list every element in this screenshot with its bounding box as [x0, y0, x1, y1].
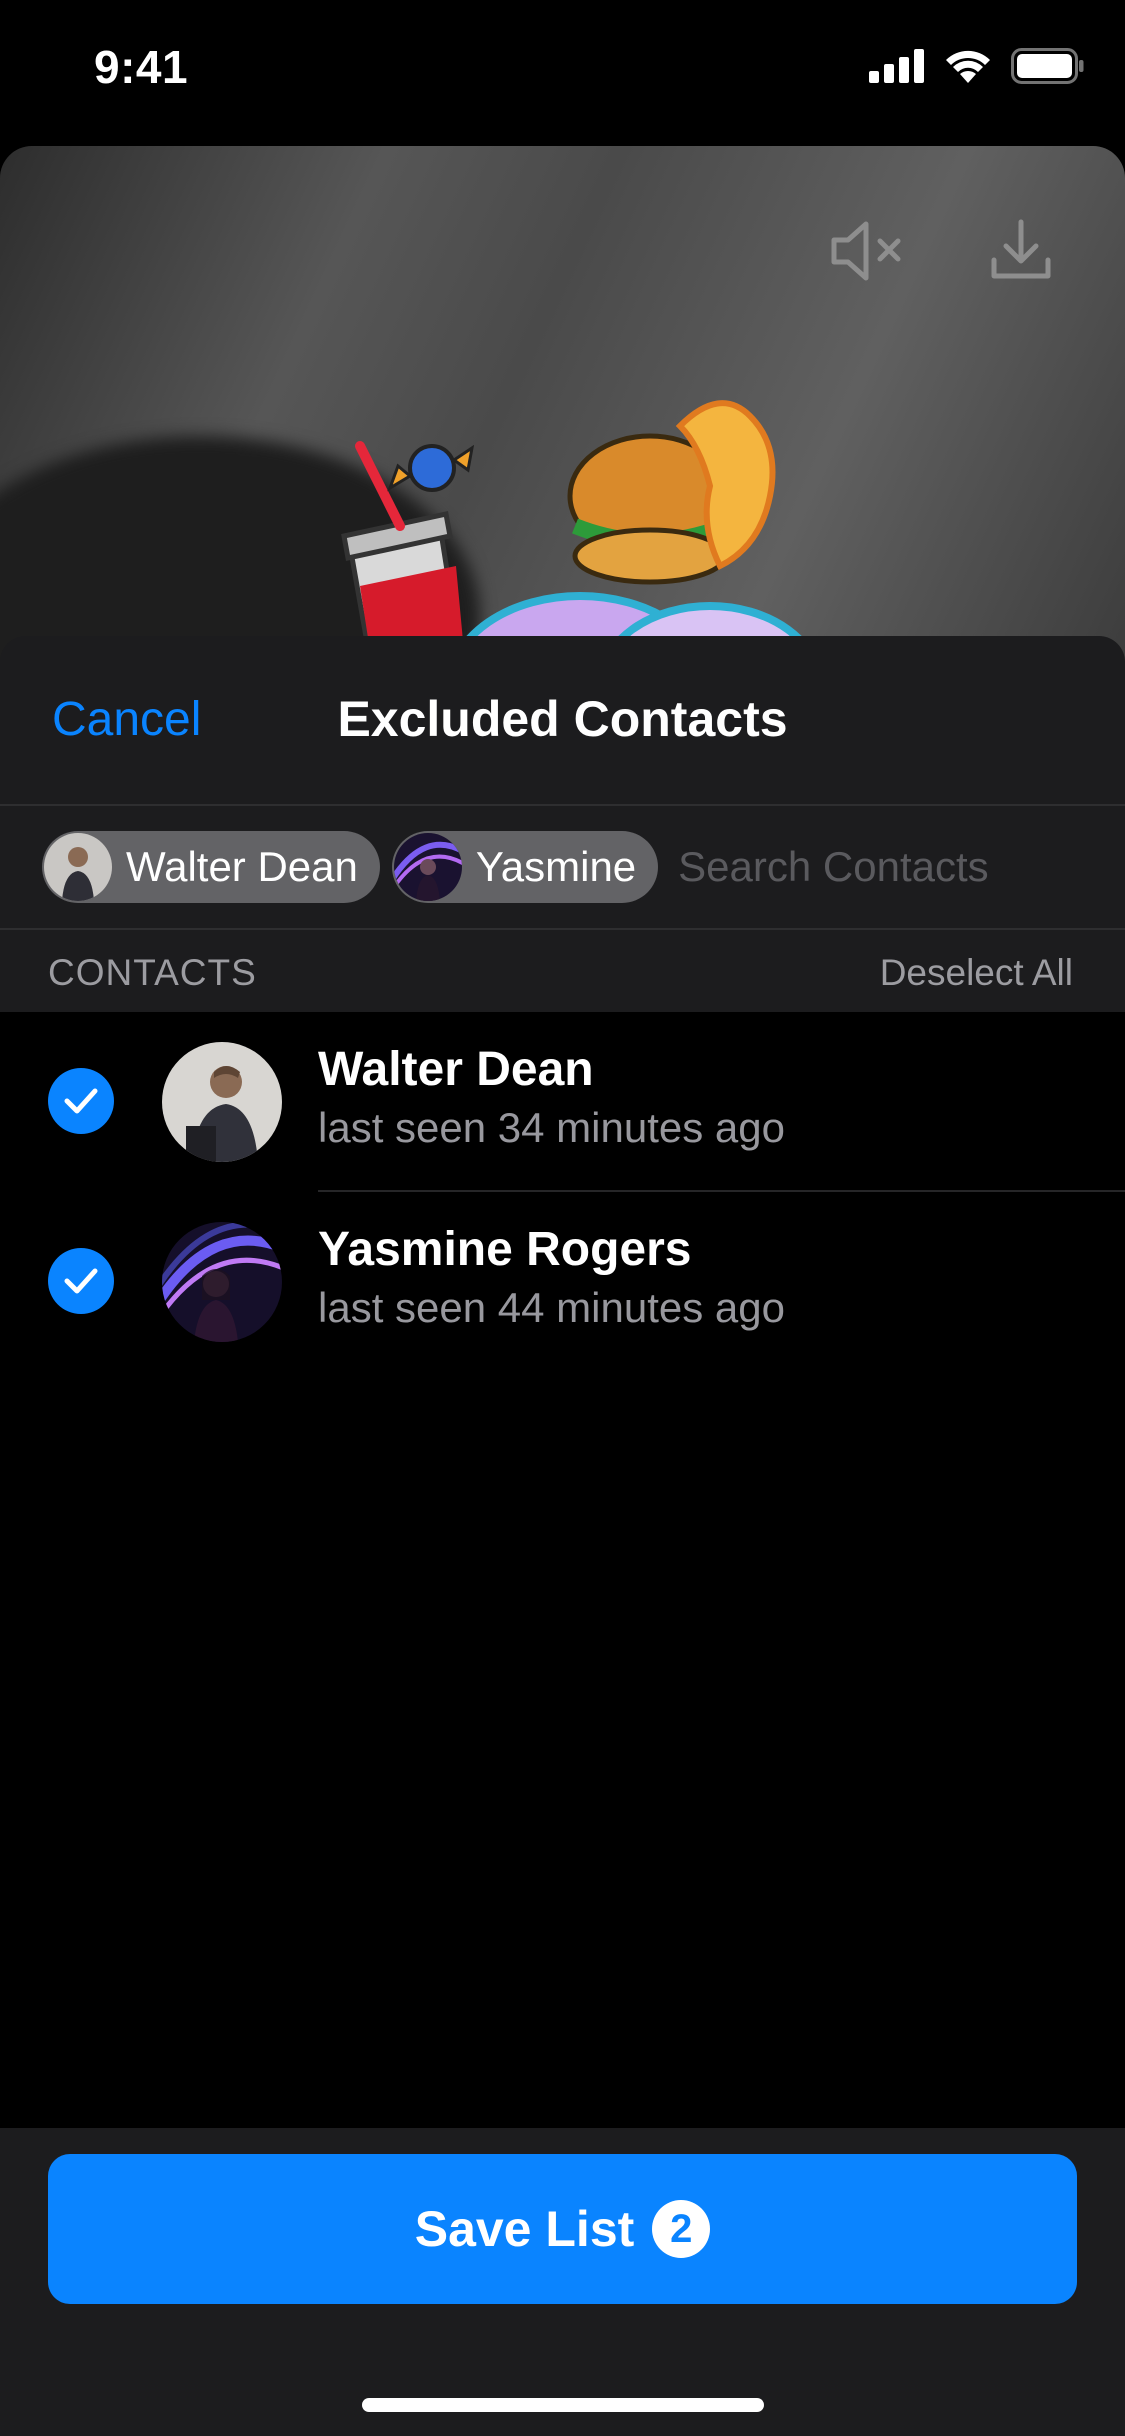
save-button-label: Save List — [414, 2201, 635, 2257]
token-label: Walter Dean — [126, 843, 358, 890]
status-time: 9:41 — [94, 41, 189, 93]
contact-status: last seen 44 minutes ago — [318, 1284, 785, 1331]
contacts-list: Walter Dean last seen 34 minutes ago Yas… — [0, 1012, 1125, 2128]
section-title: CONTACTS — [48, 952, 257, 993]
home-indicator — [362, 2398, 764, 2412]
token-label: Yasmine — [475, 843, 637, 890]
bottom-bar: Save List 2 — [0, 2128, 1125, 2436]
avatar — [44, 833, 112, 901]
section-header: CONTACTS Deselect All — [0, 930, 1125, 1014]
status-bar: 9:41 — [0, 0, 1125, 140]
contact-name: Yasmine Rogers — [318, 1223, 692, 1276]
navigation-bar: Cancel Excluded Contacts — [0, 636, 1125, 804]
search-input[interactable]: Search Contacts — [678, 843, 989, 891]
selected-contacts-token-field[interactable]: Walter Dean Yasmine Search Contacts — [0, 806, 1125, 928]
avatar — [162, 1042, 282, 1162]
checkmark-icon[interactable] — [48, 1068, 114, 1134]
list-item[interactable]: Walter Dean last seen 34 minutes ago — [0, 1012, 1125, 1192]
save-list-button[interactable]: Save List 2 — [48, 2154, 1077, 2304]
wifi-icon — [946, 50, 990, 83]
selected-count-badge: 2 — [652, 2200, 711, 2258]
deselect-all-button[interactable]: Deselect All — [880, 952, 1073, 994]
checkmark-icon[interactable] — [48, 1248, 114, 1314]
story-preview-background — [0, 146, 1125, 706]
page-title: Excluded Contacts — [337, 691, 788, 747]
contact-status: last seen 34 minutes ago — [318, 1104, 785, 1151]
token-yasmine[interactable]: Yasmine — [391, 831, 659, 903]
download-icon[interactable] — [986, 216, 1056, 286]
token-walter-dean[interactable]: Walter Dean — [42, 831, 380, 903]
contact-name: Walter Dean — [318, 1043, 594, 1096]
cellular-signal-icon — [869, 49, 924, 83]
avatar — [162, 1222, 282, 1342]
speaker-mute-icon[interactable] — [828, 216, 908, 286]
avatar — [393, 833, 462, 901]
list-item[interactable]: Yasmine Rogers last seen 44 minutes ago — [0, 1192, 1125, 1372]
status-icons — [869, 48, 1085, 84]
battery-icon — [1011, 48, 1084, 84]
